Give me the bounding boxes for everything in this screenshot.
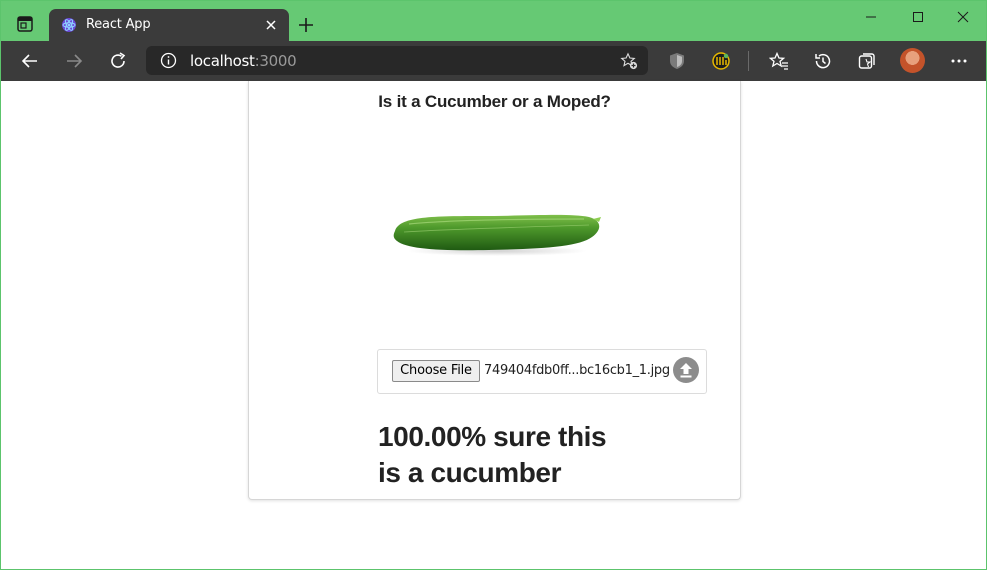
address-bar[interactable]: localhost:3000 [146, 46, 648, 75]
star-plus-icon[interactable] [620, 52, 638, 70]
extension-grid-icon[interactable] [711, 51, 731, 71]
tab-actions-icon[interactable] [15, 14, 35, 34]
browser-toolbar: localhost:3000 [1, 41, 986, 81]
browser-window: React App localhost:3000 Is it a Cucumbe… [0, 0, 987, 570]
prediction-result: 100.00% sure this is a cucumber [378, 419, 638, 491]
window-close-icon[interactable] [948, 8, 978, 26]
page-title: Is it a Cucumber or a Moped? [378, 92, 611, 111]
title-bar: React App [1, 1, 986, 41]
back-arrow-icon[interactable] [20, 51, 40, 71]
address-text: localhost:3000 [190, 52, 297, 70]
history-icon[interactable] [813, 51, 833, 71]
page-viewport: Is it a Cucumber or a Moped? Choose File… [1, 81, 986, 569]
upload-icon[interactable] [672, 356, 700, 384]
profile-avatar[interactable] [900, 48, 925, 73]
react-favicon-icon [62, 18, 76, 32]
result-line-1: 100.00% sure this [378, 421, 607, 452]
maximize-icon[interactable] [903, 8, 933, 26]
address-port: :3000 [254, 52, 297, 70]
close-icon[interactable] [263, 17, 279, 33]
plus-icon[interactable] [297, 16, 315, 34]
favorites-icon[interactable] [769, 51, 789, 71]
collections-icon[interactable] [857, 51, 877, 71]
minimize-icon[interactable] [856, 8, 886, 26]
shield-extension-icon[interactable] [667, 51, 687, 71]
choose-file-button[interactable]: Choose File [392, 360, 480, 382]
classifier-card: Is it a Cucumber or a Moped? Choose File… [248, 81, 741, 500]
tab-title: React App [86, 17, 151, 32]
cucumber-image [393, 214, 601, 256]
browser-tab[interactable]: React App [49, 9, 289, 41]
more-icon[interactable] [949, 51, 969, 71]
info-icon[interactable] [160, 52, 177, 69]
address-host: localhost [190, 52, 255, 70]
toolbar-divider [748, 51, 749, 71]
forward-arrow-icon[interactable] [64, 51, 84, 71]
refresh-icon[interactable] [108, 51, 128, 71]
result-line-2: is a cucumber [378, 457, 562, 488]
selected-file-name: 749404fdb0ff...bc16cb1_1.jpg [484, 363, 670, 378]
file-upload-row: Choose File 749404fdb0ff...bc16cb1_1.jpg [377, 349, 707, 394]
